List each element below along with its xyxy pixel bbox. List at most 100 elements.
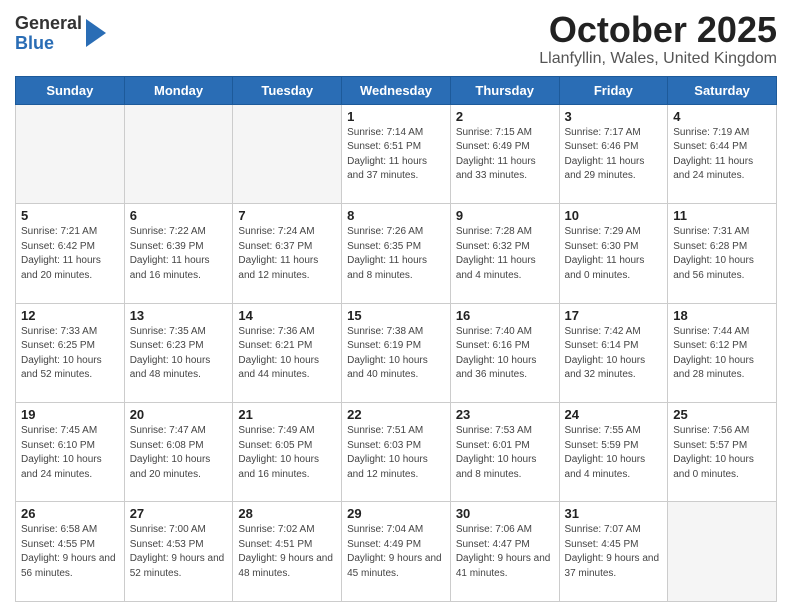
- week-row-1: 1 Sunrise: 7:14 AMSunset: 6:51 PMDaylight…: [16, 104, 777, 203]
- day-info-26: Sunrise: 6:58 AMSunset: 4:55 PMDaylight:…: [21, 523, 119, 581]
- header-monday: Monday: [124, 76, 233, 104]
- cell-w2-d4: 8 Sunrise: 7:26 AMSunset: 6:35 PMDaylight…: [342, 204, 451, 303]
- day-number-19: 19: [21, 407, 119, 422]
- cell-w5-d5: 30 Sunrise: 7:06 AMSunset: 4:47 PMDayligh…: [450, 502, 559, 602]
- week-row-4: 19 Sunrise: 7:45 AMSunset: 6:10 PMDayligh…: [16, 403, 777, 502]
- day-info-23: Sunrise: 7:53 AMSunset: 6:01 PMDaylight:…: [456, 424, 554, 482]
- day-number-14: 14: [238, 308, 336, 323]
- cell-w3-d5: 16 Sunrise: 7:40 AMSunset: 6:16 PMDayligh…: [450, 303, 559, 402]
- cell-w2-d2: 6Sunrise: 7:22 AMSunset: 6:39 PMDaylight…: [124, 204, 233, 303]
- cell-w5-d6: 31 Sunrise: 7:07 AMSunset: 4:45 PMDayligh…: [559, 502, 668, 602]
- day-info-16: Sunrise: 7:40 AMSunset: 6:16 PMDaylight:…: [456, 325, 554, 383]
- day-number-8: 8: [347, 208, 445, 223]
- cell-w4-d5: 23Sunrise: 7:53 AMSunset: 6:01 PMDayligh…: [450, 403, 559, 502]
- day-info-5: Sunrise: 7:21 AMSunset: 6:42 PMDaylight:…: [21, 225, 119, 283]
- day-info-9: Sunrise: 7:28 AMSunset: 6:32 PMDaylight:…: [456, 225, 554, 283]
- day-number-27: 27: [130, 506, 228, 521]
- logo-blue: Blue: [15, 34, 82, 54]
- logo-icon: [86, 19, 106, 47]
- days-header-row: Sunday Monday Tuesday Wednesday Thursday…: [16, 76, 777, 104]
- header-sunday: Sunday: [16, 76, 125, 104]
- cell-w2-d3: 7Sunrise: 7:24 AMSunset: 6:37 PMDaylight…: [233, 204, 342, 303]
- day-number-28: 28: [238, 506, 336, 521]
- day-number-18: 18: [673, 308, 771, 323]
- cell-w2-d1: 5Sunrise: 7:21 AMSunset: 6:42 PMDaylight…: [16, 204, 125, 303]
- cell-w1-d6: 3Sunrise: 7:17 AMSunset: 6:46 PMDaylight…: [559, 104, 668, 203]
- calendar-body: 1 Sunrise: 7:14 AMSunset: 6:51 PMDaylight…: [16, 104, 777, 601]
- logo-text: General Blue: [15, 14, 82, 54]
- day-number-22: 22: [347, 407, 445, 422]
- cell-w3-d2: 13Sunrise: 7:35 AMSunset: 6:23 PMDayligh…: [124, 303, 233, 402]
- day-number-13: 13: [130, 308, 228, 323]
- day-number-1: 1: [347, 109, 445, 124]
- day-info-12: Sunrise: 7:33 AMSunset: 6:25 PMDaylight:…: [21, 325, 119, 383]
- cell-w1-d7: 4 Sunrise: 7:19 AMSunset: 6:44 PMDaylight…: [668, 104, 777, 203]
- day-info-25: Sunrise: 7:56 AMSunset: 5:57 PMDaylight:…: [673, 424, 771, 482]
- day-info-31: Sunrise: 7:07 AMSunset: 4:45 PMDaylight:…: [565, 523, 663, 581]
- day-info-14: Sunrise: 7:36 AMSunset: 6:21 PMDaylight:…: [238, 325, 336, 383]
- cell-w4-d1: 19 Sunrise: 7:45 AMSunset: 6:10 PMDayligh…: [16, 403, 125, 502]
- day-info-17: Sunrise: 7:42 AMSunset: 6:14 PMDaylight:…: [565, 325, 663, 383]
- cell-w5-d7: [668, 502, 777, 602]
- cell-w3-d7: 18Sunrise: 7:44 AMSunset: 6:12 PMDayligh…: [668, 303, 777, 402]
- cell-w1-d5: 2 Sunrise: 7:15 AMSunset: 6:49 PMDaylight…: [450, 104, 559, 203]
- day-number-25: 25: [673, 407, 771, 422]
- day-number-10: 10: [565, 208, 663, 223]
- day-info-22: Sunrise: 7:51 AMSunset: 6:03 PMDaylight:…: [347, 424, 445, 482]
- day-number-2: 2: [456, 109, 554, 124]
- day-number-30: 30: [456, 506, 554, 521]
- day-info-19: Sunrise: 7:45 AMSunset: 6:10 PMDaylight:…: [21, 424, 119, 482]
- day-info-15: Sunrise: 7:38 AMSunset: 6:19 PMDaylight:…: [347, 325, 445, 383]
- cell-w2-d6: 10 Sunrise: 7:29 AMSunset: 6:30 PMDayligh…: [559, 204, 668, 303]
- day-number-3: 3: [565, 109, 663, 124]
- cell-w1-d2: [124, 104, 233, 203]
- day-info-8: Sunrise: 7:26 AMSunset: 6:35 PMDaylight:…: [347, 225, 445, 283]
- logo-general: General: [15, 14, 82, 34]
- calendar-header: Sunday Monday Tuesday Wednesday Thursday…: [16, 76, 777, 104]
- cell-w2-d5: 9 Sunrise: 7:28 AMSunset: 6:32 PMDaylight…: [450, 204, 559, 303]
- day-info-10: Sunrise: 7:29 AMSunset: 6:30 PMDaylight:…: [565, 225, 663, 283]
- cell-w5-d4: 29Sunrise: 7:04 AMSunset: 4:49 PMDayligh…: [342, 502, 451, 602]
- day-info-30: Sunrise: 7:06 AMSunset: 4:47 PMDaylight:…: [456, 523, 554, 581]
- day-number-29: 29: [347, 506, 445, 521]
- location: Llanfyllin, Wales, United Kingdom: [539, 50, 777, 68]
- cell-w2-d7: 11Sunrise: 7:31 AMSunset: 6:28 PMDayligh…: [668, 204, 777, 303]
- day-number-24: 24: [565, 407, 663, 422]
- cell-w1-d4: 1 Sunrise: 7:14 AMSunset: 6:51 PMDaylight…: [342, 104, 451, 203]
- cell-w3-d3: 14 Sunrise: 7:36 AMSunset: 6:21 PMDayligh…: [233, 303, 342, 402]
- cell-w4-d6: 24 Sunrise: 7:55 AMSunset: 5:59 PMDayligh…: [559, 403, 668, 502]
- day-info-7: Sunrise: 7:24 AMSunset: 6:37 PMDaylight:…: [238, 225, 336, 283]
- header-wednesday: Wednesday: [342, 76, 451, 104]
- cell-w4-d4: 22 Sunrise: 7:51 AMSunset: 6:03 PMDayligh…: [342, 403, 451, 502]
- day-number-9: 9: [456, 208, 554, 223]
- cell-w4-d2: 20Sunrise: 7:47 AMSunset: 6:08 PMDayligh…: [124, 403, 233, 502]
- cell-w5-d3: 28 Sunrise: 7:02 AMSunset: 4:51 PMDayligh…: [233, 502, 342, 602]
- week-row-3: 12 Sunrise: 7:33 AMSunset: 6:25 PMDayligh…: [16, 303, 777, 402]
- day-info-21: Sunrise: 7:49 AMSunset: 6:05 PMDaylight:…: [238, 424, 336, 482]
- cell-w5-d2: 27 Sunrise: 7:00 AMSunset: 4:53 PMDayligh…: [124, 502, 233, 602]
- day-info-11: Sunrise: 7:31 AMSunset: 6:28 PMDaylight:…: [673, 225, 771, 283]
- day-number-31: 31: [565, 506, 663, 521]
- header: General Blue October 2025 Llanfyllin, Wa…: [15, 10, 777, 68]
- day-number-12: 12: [21, 308, 119, 323]
- cell-w1-d3: [233, 104, 342, 203]
- cell-w4-d3: 21 Sunrise: 7:49 AMSunset: 6:05 PMDayligh…: [233, 403, 342, 502]
- day-number-15: 15: [347, 308, 445, 323]
- day-number-21: 21: [238, 407, 336, 422]
- week-row-2: 5Sunrise: 7:21 AMSunset: 6:42 PMDaylight…: [16, 204, 777, 303]
- day-info-1: Sunrise: 7:14 AMSunset: 6:51 PMDaylight:…: [347, 126, 445, 184]
- cell-w3-d1: 12 Sunrise: 7:33 AMSunset: 6:25 PMDayligh…: [16, 303, 125, 402]
- cell-w5-d1: 26Sunrise: 6:58 AMSunset: 4:55 PMDayligh…: [16, 502, 125, 602]
- cell-w3-d4: 15 Sunrise: 7:38 AMSunset: 6:19 PMDayligh…: [342, 303, 451, 402]
- day-number-6: 6: [130, 208, 228, 223]
- day-info-4: Sunrise: 7:19 AMSunset: 6:44 PMDaylight:…: [673, 126, 771, 184]
- header-friday: Friday: [559, 76, 668, 104]
- day-number-4: 4: [673, 109, 771, 124]
- day-info-24: Sunrise: 7:55 AMSunset: 5:59 PMDaylight:…: [565, 424, 663, 482]
- day-info-28: Sunrise: 7:02 AMSunset: 4:51 PMDaylight:…: [238, 523, 336, 581]
- day-info-27: Sunrise: 7:00 AMSunset: 4:53 PMDaylight:…: [130, 523, 228, 581]
- day-info-2: Sunrise: 7:15 AMSunset: 6:49 PMDaylight:…: [456, 126, 554, 184]
- week-row-5: 26Sunrise: 6:58 AMSunset: 4:55 PMDayligh…: [16, 502, 777, 602]
- day-number-16: 16: [456, 308, 554, 323]
- calendar-table: Sunday Monday Tuesday Wednesday Thursday…: [15, 76, 777, 602]
